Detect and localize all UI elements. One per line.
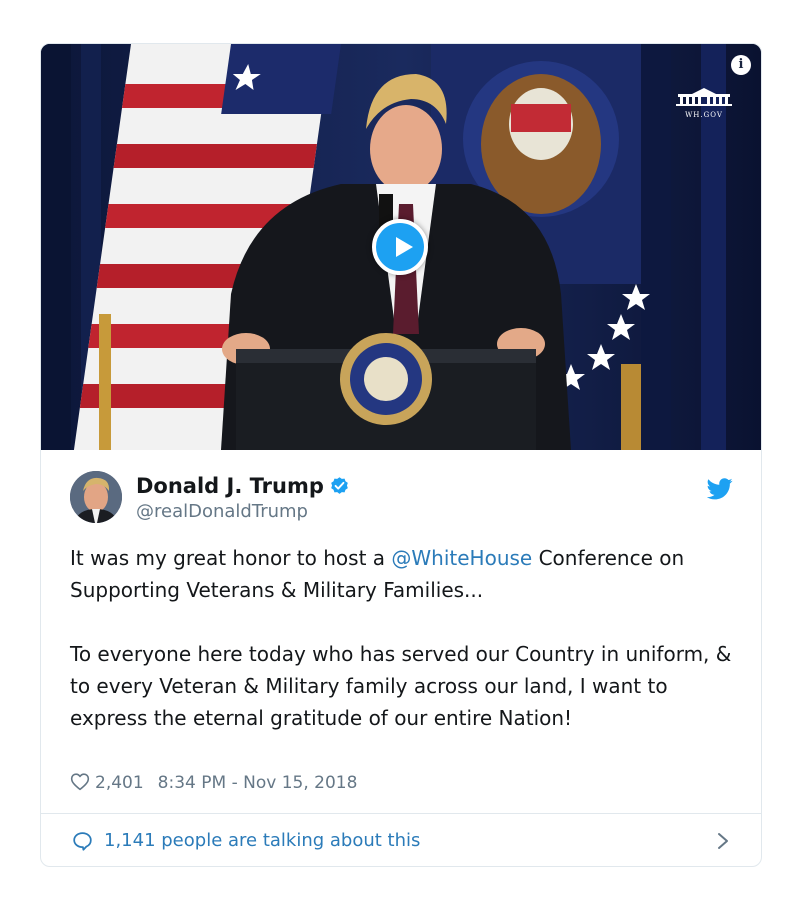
twitter-bird-icon[interactable] (707, 478, 733, 500)
heart-icon[interactable] (70, 772, 90, 791)
tweet-header: Donald J. Trump @realDonaldTrump (70, 471, 735, 527)
white-house-icon (676, 88, 732, 106)
like-count[interactable]: 2,401 (95, 773, 144, 793)
mention-link-whitehouse[interactable]: @WhiteHouse (391, 546, 532, 570)
reply-bubble-icon (73, 832, 92, 851)
tweet-paragraph-1: It was my great honor to host a @WhiteHo… (70, 542, 740, 606)
tweet-timestamp[interactable]: 8:34 PM - Nov 15, 2018 (158, 773, 358, 793)
author-handle[interactable]: @realDonaldTrump (136, 499, 350, 525)
play-icon (396, 237, 413, 257)
author-name-text: Donald J. Trump (136, 474, 324, 498)
conversation-count-text: 1,141 people are talking about this (104, 830, 421, 851)
white-house-logo: WH.GOV (675, 88, 733, 119)
author-name[interactable]: Donald J. Trump (136, 473, 350, 499)
avatar[interactable] (70, 471, 122, 523)
tweet-body: It was my great honor to host a @WhiteHo… (70, 542, 740, 734)
info-icon[interactable]: i (731, 55, 751, 75)
conversation-link[interactable]: 1,141 people are talking about this (41, 814, 761, 866)
tweet-meta: 2,401 8:34 PM - Nov 15, 2018 (70, 770, 357, 796)
embedded-tweet-card: i WH.GOV Donald J. Trump @realDonaldTrum… (40, 43, 762, 867)
avatar-image (70, 471, 122, 523)
white-house-logo-text: WH.GOV (685, 111, 723, 119)
tweet-paragraph-2: To everyone here today who has served ou… (70, 642, 732, 730)
play-button[interactable] (372, 219, 428, 275)
author-block: Donald J. Trump @realDonaldTrump (136, 473, 350, 525)
verified-badge-icon (331, 477, 348, 494)
chevron-right-icon (718, 833, 728, 849)
tweet-text-prefix: It was my great honor to host a (70, 546, 392, 570)
video-player[interactable]: i WH.GOV (41, 44, 761, 450)
